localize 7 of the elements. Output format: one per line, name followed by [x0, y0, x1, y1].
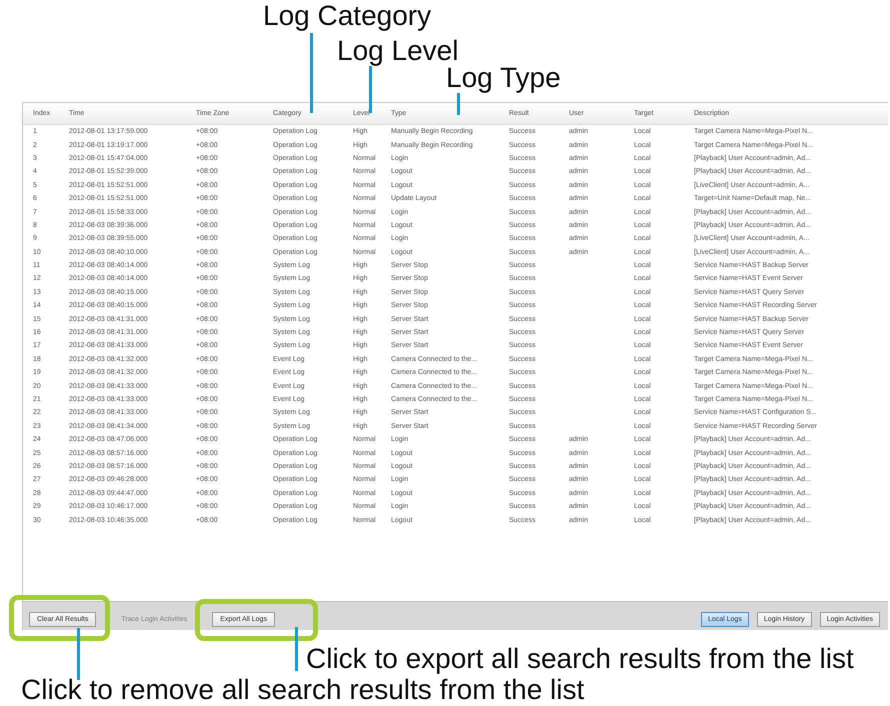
leader-line [369, 66, 372, 113]
leader-line [77, 628, 80, 680]
leader-line [457, 93, 460, 115]
leader-line [295, 627, 298, 671]
callout-label: Log Category [263, 0, 432, 32]
callout-note: Click to remove all search results from the list [21, 675, 584, 705]
callout-note: Click to export all search results from the list [306, 644, 854, 674]
